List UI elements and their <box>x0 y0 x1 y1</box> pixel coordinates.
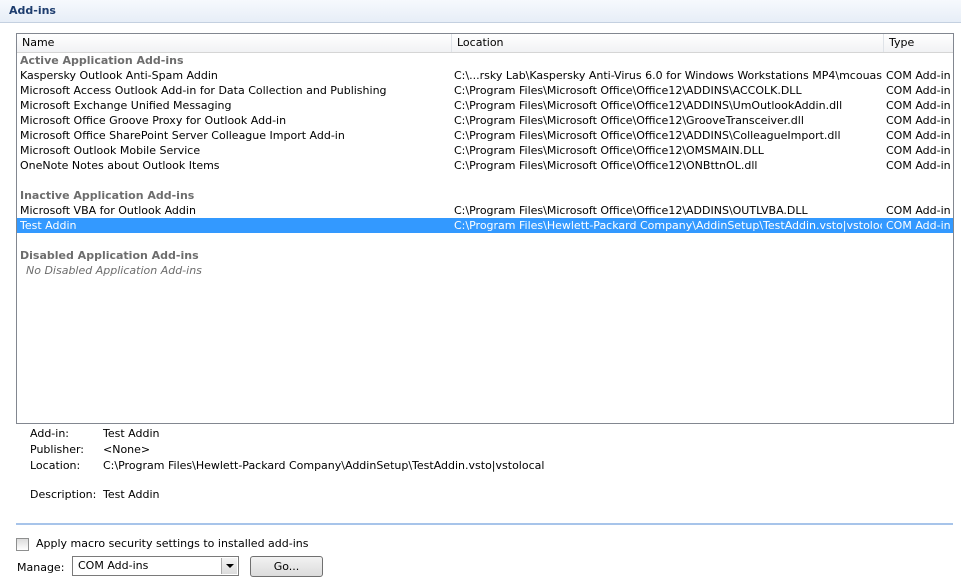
detail-value: <None> <box>103 443 151 456</box>
macro-security-checkbox[interactable] <box>16 538 29 551</box>
table-row[interactable]: Microsoft Exchange Unified Messaging C:\… <box>17 98 953 113</box>
addin-type: COM Add-in <box>886 219 951 232</box>
group-label: Disabled Application Add-ins <box>20 249 199 262</box>
addin-location: C:\Program Files\Microsoft Office\Office… <box>454 144 764 157</box>
group-header-disabled: Disabled Application Add-ins <box>17 248 953 263</box>
group-header-inactive: Inactive Application Add-ins <box>17 188 953 203</box>
table-row[interactable]: Microsoft Access Outlook Add-in for Data… <box>17 83 953 98</box>
page-title: Add-ins <box>9 4 56 17</box>
addins-rows: Active Application Add-ins Kaspersky Out… <box>17 53 953 278</box>
addin-type: COM Add-in <box>886 204 951 217</box>
addin-location: C:\Program Files\Microsoft Office\Office… <box>454 99 843 112</box>
addin-type: COM Add-in <box>886 144 951 157</box>
table-row[interactable]: OneNote Notes about Outlook Items C:\Pro… <box>17 158 953 173</box>
addin-location: C:\...rsky Lab\Kaspersky Anti-Virus 6.0 … <box>454 69 882 82</box>
manage-dropdown[interactable]: COM Add-ins <box>72 556 239 576</box>
table-row[interactable]: Microsoft VBA for Outlook Addin C:\Progr… <box>17 203 953 218</box>
addin-location: C:\Program Files\Microsoft Office\Office… <box>454 159 758 172</box>
manage-selected-value: COM Add-ins <box>78 559 149 572</box>
detail-value: Test Addin <box>103 427 160 440</box>
dropdown-button[interactable] <box>221 558 237 574</box>
detail-value: C:\Program Files\Hewlett-Packard Company… <box>103 459 545 472</box>
chevron-down-icon <box>226 564 234 568</box>
addin-name: Kaspersky Outlook Anti-Spam Addin <box>20 69 218 82</box>
addin-name: Microsoft Access Outlook Add-in for Data… <box>20 84 387 97</box>
column-header-name[interactable]: Name <box>17 34 451 52</box>
table-row-selected[interactable]: Test Addin C:\Program Files\Hewlett-Pack… <box>17 218 953 233</box>
addin-location: C:\Program Files\Microsoft Office\Office… <box>454 114 804 127</box>
table-row[interactable]: Kaspersky Outlook Anti-Spam Addin C:\...… <box>17 68 953 83</box>
addin-name: Microsoft Office Groove Proxy for Outloo… <box>20 114 287 127</box>
addin-name: Microsoft Outlook Mobile Service <box>20 144 201 157</box>
column-header-type[interactable]: Type <box>883 34 953 52</box>
macro-security-label[interactable]: Apply macro security settings to install… <box>36 536 309 552</box>
empty-text: No Disabled Application Add-ins <box>26 264 202 277</box>
addin-name: Test Addin <box>20 219 77 232</box>
section-divider <box>16 523 953 525</box>
detail-label: Add-in: <box>30 427 69 440</box>
group-label: Active Application Add-ins <box>20 54 184 67</box>
addins-header: Add-ins <box>0 0 961 23</box>
addin-name: Microsoft Office SharePoint Server Colle… <box>20 129 345 142</box>
addin-location: C:\Program Files\Hewlett-Packard Company… <box>454 219 882 232</box>
addin-type: COM Add-in <box>886 159 951 172</box>
addin-type: COM Add-in <box>886 99 951 112</box>
addin-type: COM Add-in <box>886 69 951 82</box>
detail-label: Location: <box>30 459 81 472</box>
addin-type: COM Add-in <box>886 129 951 142</box>
addin-name: OneNote Notes about Outlook Items <box>20 159 220 172</box>
empty-group-message: No Disabled Application Add-ins <box>17 263 953 278</box>
addin-type: COM Add-in <box>886 114 951 127</box>
group-header-active: Active Application Add-ins <box>17 53 953 68</box>
addin-type: COM Add-in <box>886 84 951 97</box>
addin-name: Microsoft VBA for Outlook Addin <box>20 204 196 217</box>
addins-list[interactable]: Name Location Type Active Application Ad… <box>16 33 954 424</box>
group-label: Inactive Application Add-ins <box>20 189 195 202</box>
go-button[interactable]: Go... <box>250 556 323 577</box>
table-row[interactable]: Microsoft Office SharePoint Server Colle… <box>17 128 953 143</box>
addin-name: Microsoft Exchange Unified Messaging <box>20 99 232 112</box>
addin-location: C:\Program Files\Microsoft Office\Office… <box>454 129 841 142</box>
column-header-location[interactable]: Location <box>451 34 883 52</box>
detail-label: Publisher: <box>30 443 85 456</box>
addin-location: C:\Program Files\Microsoft Office\Office… <box>454 84 802 97</box>
table-row[interactable]: Microsoft Office Groove Proxy for Outloo… <box>17 113 953 128</box>
column-header-row: Name Location Type <box>17 34 953 53</box>
manage-label: Manage: <box>17 561 65 574</box>
addin-location: C:\Program Files\Microsoft Office\Office… <box>454 204 808 217</box>
detail-label: Description: <box>30 488 97 501</box>
table-row[interactable]: Microsoft Outlook Mobile Service C:\Prog… <box>17 143 953 158</box>
detail-value: Test Addin <box>103 488 160 501</box>
